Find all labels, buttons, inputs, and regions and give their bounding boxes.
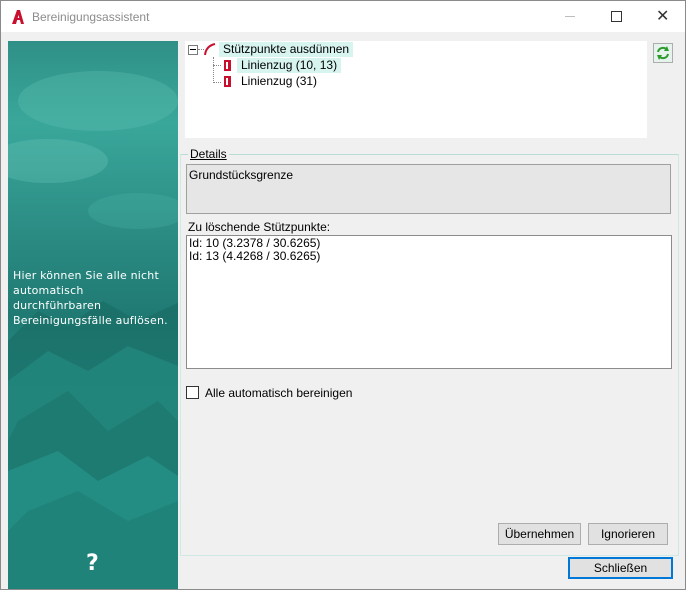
- banner-description: Hier können Sie alle nicht automatisch d…: [13, 269, 168, 327]
- tree-node-root[interactable]: Stützpunkte ausdünnen: [219, 42, 354, 57]
- dialog-window: Bereinigungsassistent ✕ Hier können Sie …: [0, 0, 686, 590]
- points-label: Zu löschende Stützpunkte:: [188, 220, 331, 234]
- apply-button[interactable]: Übernehmen: [498, 523, 581, 545]
- tree-node-child[interactable]: Linienzug (10, 13): [237, 58, 342, 73]
- description-field: Grundstücksgrenze: [186, 164, 671, 214]
- polyline-icon: [224, 60, 231, 71]
- refresh-button[interactable]: [653, 43, 673, 63]
- close-button[interactable]: Schließen: [568, 557, 673, 579]
- curve-icon: [204, 43, 216, 56]
- minimize-button[interactable]: [547, 1, 593, 32]
- tree-node-child[interactable]: Linienzug (31): [237, 74, 321, 89]
- close-icon: ✕: [656, 6, 670, 25]
- autocad-a-icon: [12, 10, 24, 24]
- window-title: Bereinigungsassistent: [32, 10, 150, 24]
- points-list[interactable]: Id: 10 (3.2378 / 30.6265) Id: 13 (4.4268…: [186, 235, 672, 369]
- close-window-button[interactable]: ✕: [639, 1, 685, 32]
- dialog-client-area: Hier können Sie alle nicht automatisch d…: [1, 32, 685, 589]
- ignore-button[interactable]: Ignorieren: [588, 523, 668, 545]
- help-icon[interactable]: ?: [86, 551, 99, 576]
- side-banner: Hier können Sie alle nicht automatisch d…: [8, 41, 178, 589]
- maximize-button[interactable]: [593, 1, 639, 32]
- auto-clean-checkbox[interactable]: [186, 386, 199, 399]
- refresh-icon: [657, 46, 669, 60]
- polyline-icon: [224, 76, 231, 87]
- cleanup-tree[interactable]: Stützpunkte ausdünnen Linienzug (10, 13)…: [185, 41, 647, 138]
- title-bar[interactable]: Bereinigungsassistent ✕: [1, 1, 685, 32]
- details-legend: Details: [188, 147, 229, 161]
- minimize-icon: [565, 16, 575, 17]
- maximize-icon: [611, 11, 622, 22]
- auto-clean-label[interactable]: Alle automatisch bereinigen: [205, 386, 352, 400]
- collapse-toggle[interactable]: [188, 45, 198, 55]
- list-item[interactable]: Id: 13 (4.4268 / 30.6265): [189, 250, 669, 263]
